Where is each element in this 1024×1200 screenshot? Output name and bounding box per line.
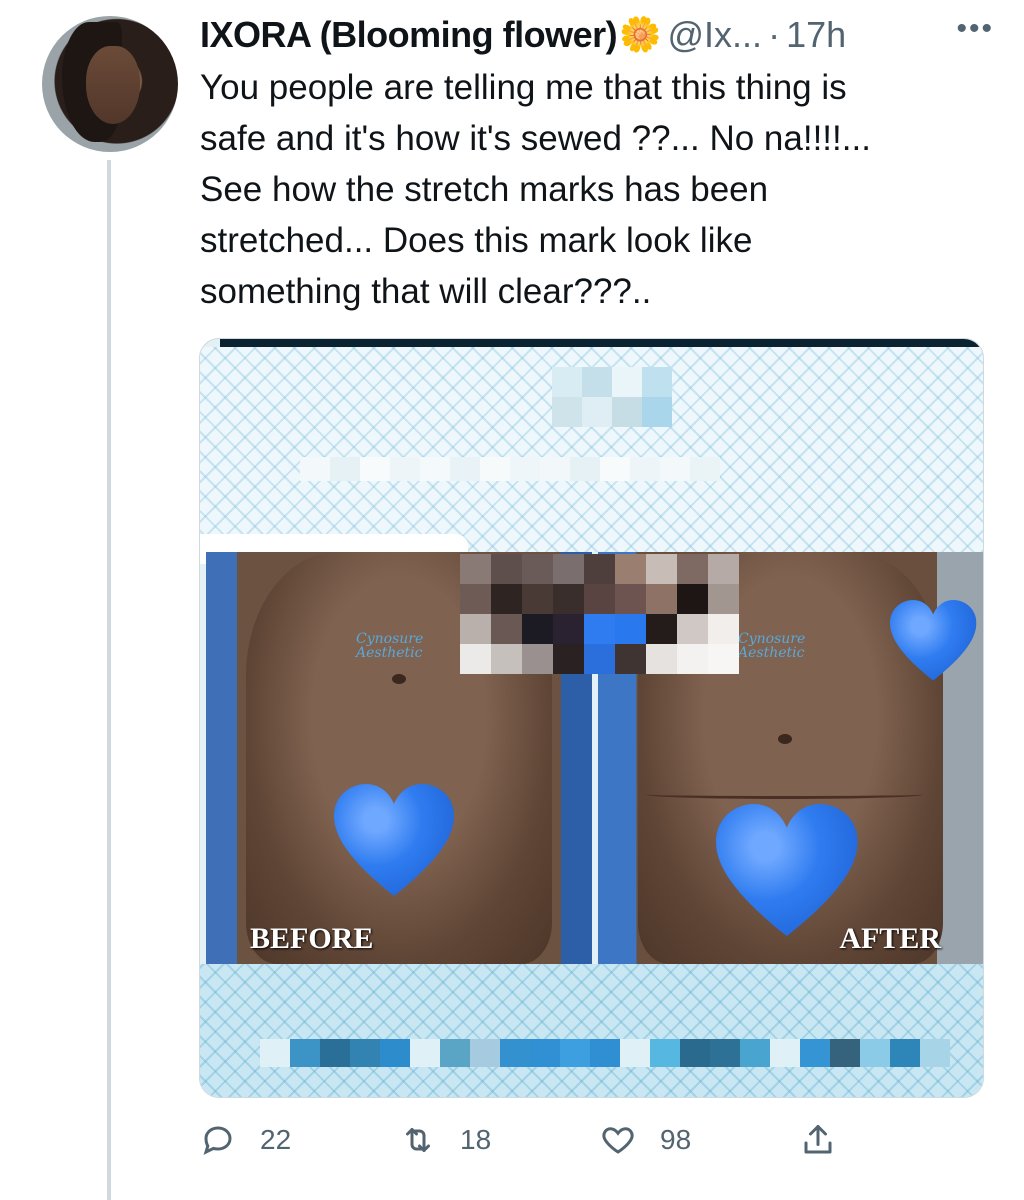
reply-icon: [203, 1126, 232, 1155]
watermark-line1: Cynosure: [738, 631, 806, 647]
after-navel: [778, 734, 792, 744]
before-caption: BEFORE: [250, 922, 374, 955]
heart-icon: [602, 1127, 634, 1154]
tweet-media[interactable]: Cynosure Aesthetic BEFORE Cynosure Aesth…: [199, 338, 984, 1098]
separator: ·: [768, 14, 781, 55]
thread-line: [107, 160, 111, 1200]
avatar-face: [86, 46, 140, 124]
timestamp[interactable]: 17h: [786, 14, 846, 56]
pixelated-title: [300, 457, 720, 481]
reply-button[interactable]: 22: [200, 1122, 400, 1158]
like-count: 98: [660, 1124, 692, 1155]
reply-count: 22: [260, 1124, 292, 1155]
retweet-icon: [406, 1128, 430, 1152]
after-scar: [646, 790, 923, 799]
more-icon[interactable]: •••: [956, 12, 994, 46]
share-button[interactable]: [800, 1122, 860, 1158]
like-button[interactable]: 98: [600, 1122, 800, 1158]
before-watermark: Cynosure Aesthetic: [356, 632, 423, 660]
tweet-text: You people are telling me that this thin…: [200, 68, 871, 311]
flower-emoji: 🌼: [619, 16, 662, 54]
tweet-header: IXORA (Blooming flower) 🌼 @Ix... · 17h •…: [200, 12, 994, 58]
pixelated-face-censor: [460, 554, 739, 674]
watermark-line1: Cynosure: [356, 631, 424, 647]
after-caption: AFTER: [839, 922, 941, 955]
avatar[interactable]: [42, 16, 178, 152]
media-bottom-pattern: [200, 964, 983, 1097]
tweet-actions: 22 18 98: [200, 1115, 860, 1165]
author-name[interactable]: IXORA (Blooming flower): [200, 14, 618, 56]
pixelated-footer-text: [260, 1039, 950, 1067]
watermark-line2: Aesthetic: [356, 645, 423, 661]
retweet-count: 18: [460, 1124, 492, 1155]
media-top-bar: [220, 339, 983, 347]
pixelated-logo: [552, 367, 672, 427]
before-navel: [392, 674, 406, 684]
author-handle[interactable]: @Ix...: [668, 14, 763, 56]
share-icon: [804, 1125, 832, 1154]
after-watermark: Cynosure Aesthetic: [738, 632, 805, 660]
retweet-button[interactable]: 18: [400, 1122, 600, 1158]
watermark-line2: Aesthetic: [738, 645, 805, 661]
